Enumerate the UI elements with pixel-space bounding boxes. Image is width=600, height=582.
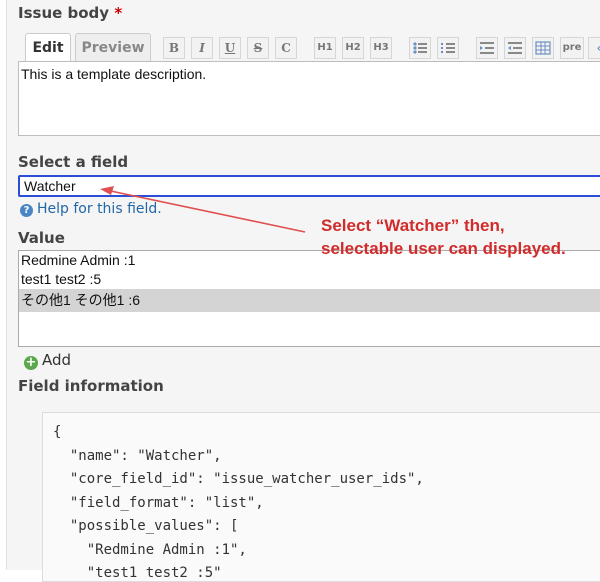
annotation-line-2: selectable user can displayed. <box>321 239 566 258</box>
annotation-line-1: Select “Watcher” then, <box>321 216 505 235</box>
annotation-arrow <box>100 186 306 233</box>
annotation-text: Select “Watcher” then, selectable user c… <box>321 214 566 260</box>
